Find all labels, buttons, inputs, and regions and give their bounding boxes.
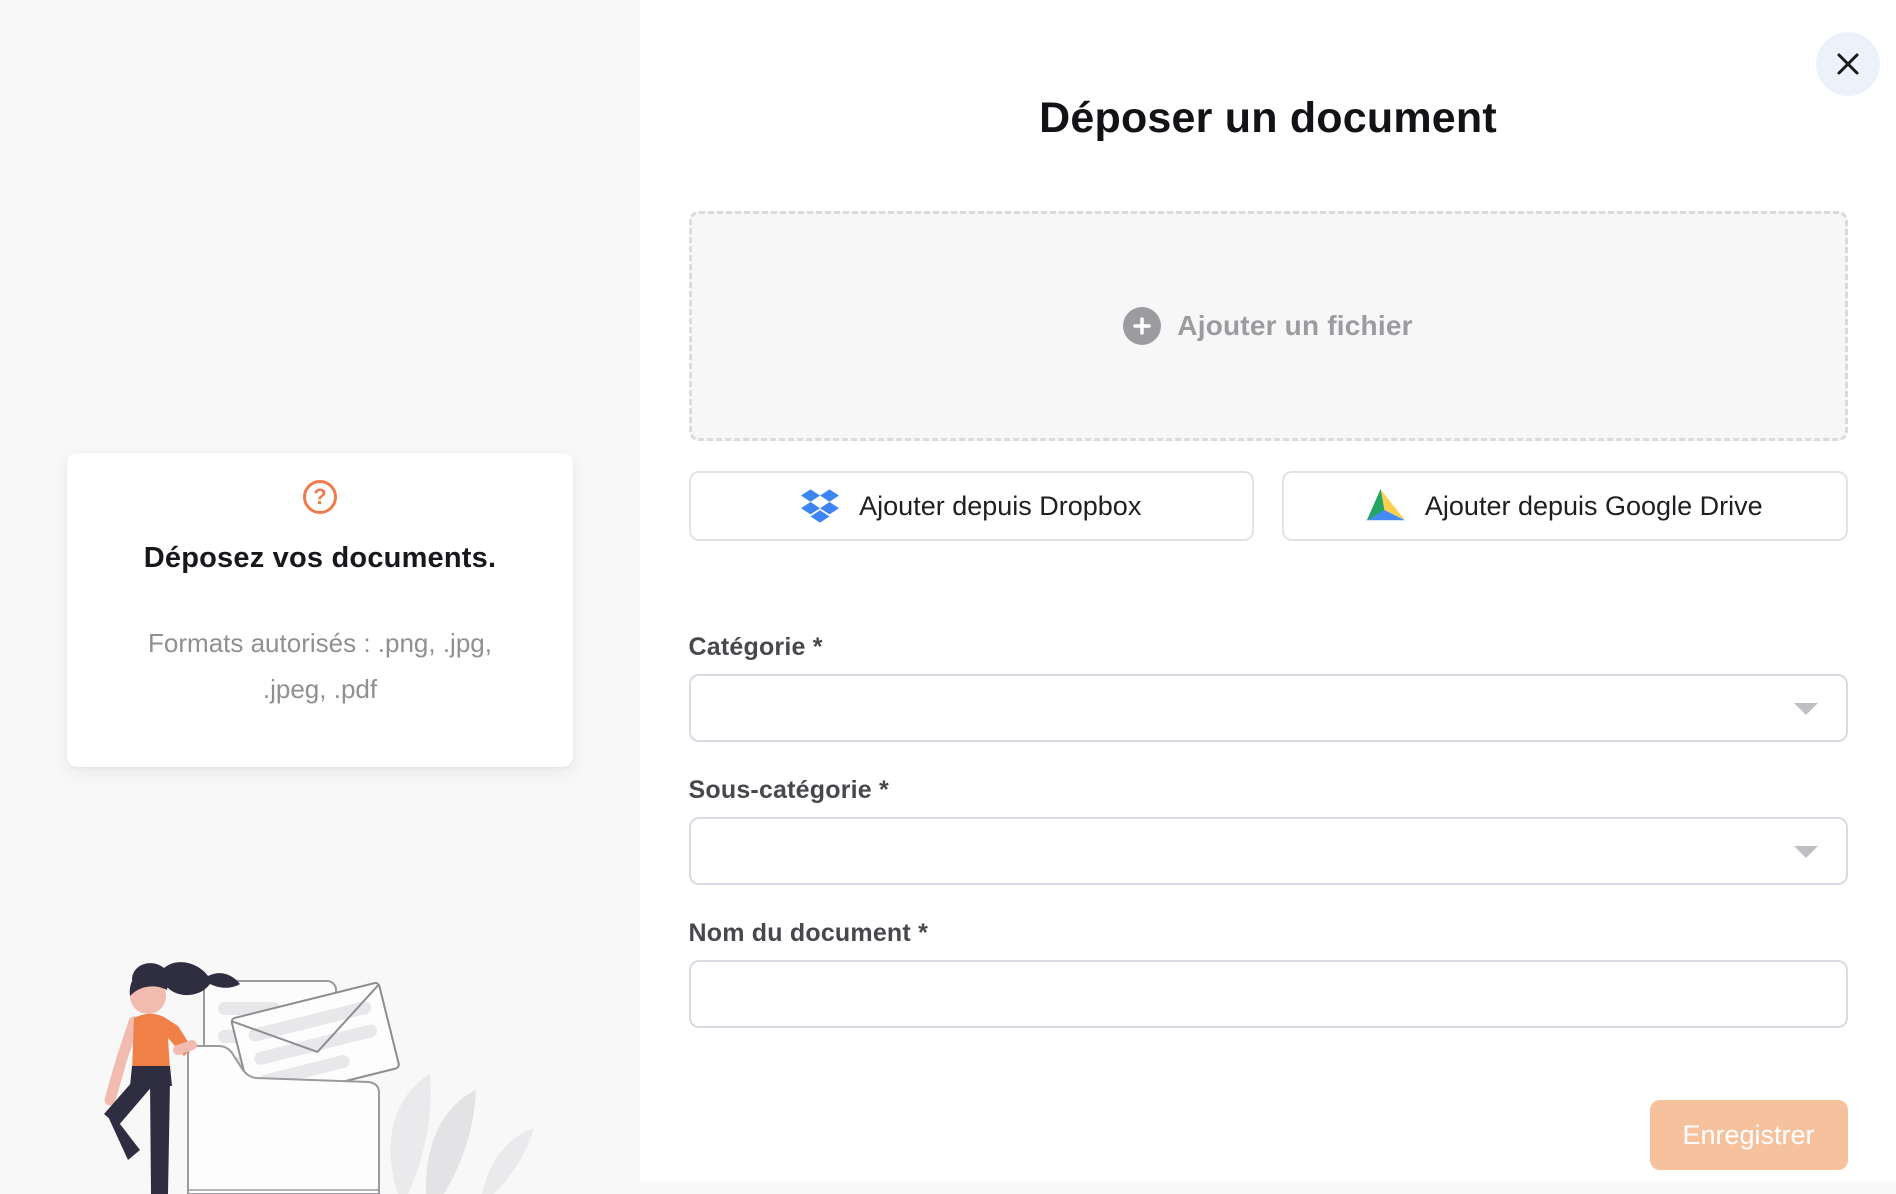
- category-field-block: Catégorie *: [688, 633, 1848, 742]
- modal-title: Déposer un document: [1039, 94, 1497, 142]
- import-buttons-row: Ajouter depuis Dropbox Ajouter depuis Go…: [688, 471, 1848, 541]
- help-glyph: ?: [313, 484, 327, 509]
- page-background-strip: [640, 1181, 1896, 1194]
- category-select[interactable]: [688, 674, 1848, 742]
- google-drive-icon: [1366, 489, 1405, 521]
- save-button[interactable]: Enregistrer: [1649, 1100, 1848, 1170]
- document-form: Catégorie * Sous-catégorie * Nom du docu…: [688, 633, 1848, 1170]
- info-card-title: Déposez vos documents.: [143, 542, 497, 574]
- documents-illustration: [104, 962, 534, 1194]
- add-from-google-drive-label: Ajouter depuis Google Drive: [1424, 490, 1763, 521]
- close-button[interactable]: [1816, 32, 1880, 96]
- document-name-label: Nom du document *: [688, 919, 929, 947]
- close-icon: [1837, 53, 1859, 75]
- add-file-label: Ajouter un fichier: [1177, 310, 1413, 341]
- sidebar-panel: ? Déposez vos documents. Formats autoris…: [0, 0, 640, 1194]
- add-from-dropbox-label: Ajouter depuis Dropbox: [859, 490, 1142, 521]
- file-dropzone[interactable]: Ajouter un fichier: [688, 211, 1848, 441]
- allowed-formats-text: Formats autorisés : .png, .jpg, .jpeg, .…: [148, 628, 492, 704]
- dropbox-icon: [801, 489, 840, 523]
- actions-row: Enregistrer: [689, 1100, 1848, 1170]
- info-card: ? Déposez vos documents. Formats autoris…: [67, 453, 573, 767]
- add-from-dropbox-button[interactable]: Ajouter depuis Dropbox: [688, 471, 1254, 541]
- help-icon: ?: [303, 480, 337, 514]
- document-name-input[interactable]: [690, 962, 1846, 1026]
- plus-icon: [1123, 307, 1162, 345]
- document-name-field-block: Nom du document *: [688, 919, 1848, 1028]
- modal-panel: Déposer un document Ajouter un fichier A…: [640, 0, 1896, 1181]
- add-from-google-drive-button[interactable]: Ajouter depuis Google Drive: [1282, 471, 1848, 541]
- category-label: Catégorie *: [688, 633, 823, 661]
- modal-content: Ajouter un fichier Ajouter depuis Dropbo…: [688, 211, 1848, 1170]
- chevron-down-icon: [1793, 846, 1818, 858]
- upload-document-modal: ? Déposez vos documents. Formats autoris…: [0, 0, 1896, 1194]
- subcategory-field-block: Sous-catégorie *: [688, 776, 1848, 885]
- document-name-box: [688, 960, 1848, 1028]
- subcategory-select[interactable]: [688, 817, 1848, 885]
- chevron-down-icon: [1793, 703, 1818, 715]
- subcategory-label: Sous-catégorie *: [688, 776, 889, 804]
